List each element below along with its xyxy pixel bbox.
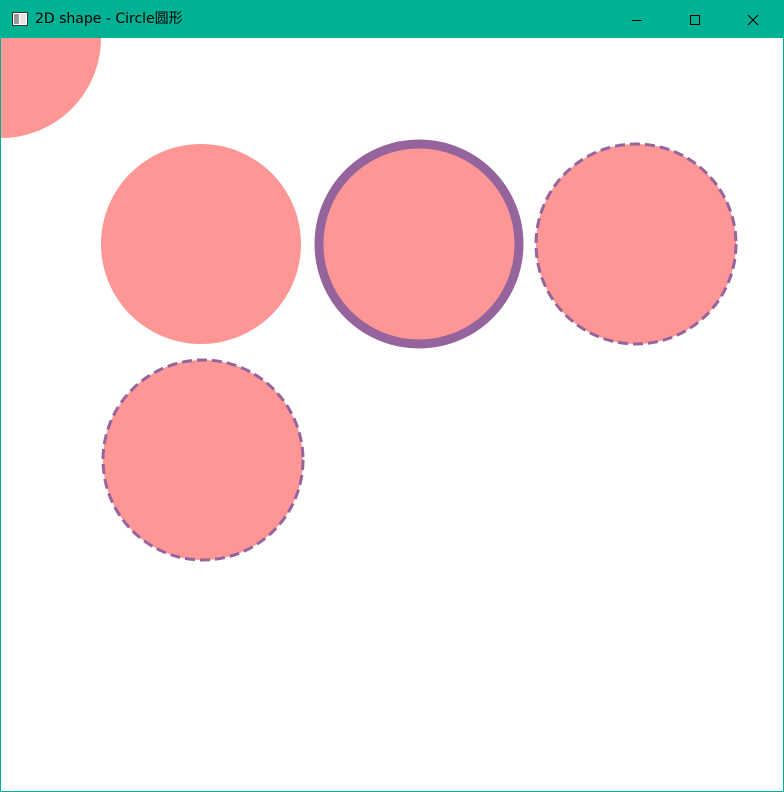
maximize-icon <box>690 14 700 25</box>
window-title: 2D shape - Circle圆形 <box>35 11 183 27</box>
drawing-canvas <box>1 38 738 562</box>
circle-plain <box>101 144 301 344</box>
circle-clipped-corner <box>1 38 101 138</box>
app-window-icon <box>12 12 28 26</box>
app-window: 2D shape - Circle圆形 <box>0 0 784 792</box>
circle-dashed-stroke-2 <box>101 358 305 562</box>
close-icon <box>747 14 759 25</box>
maximize-button[interactable] <box>666 1 724 38</box>
title-bar[interactable]: 2D shape - Circle圆形 <box>1 1 783 38</box>
minimize-icon <box>632 19 642 21</box>
circle-dashed-stroke <box>534 142 738 346</box>
close-button[interactable] <box>724 1 782 38</box>
minimize-button[interactable] <box>608 1 666 38</box>
circle-thick-stroke <box>314 139 524 349</box>
